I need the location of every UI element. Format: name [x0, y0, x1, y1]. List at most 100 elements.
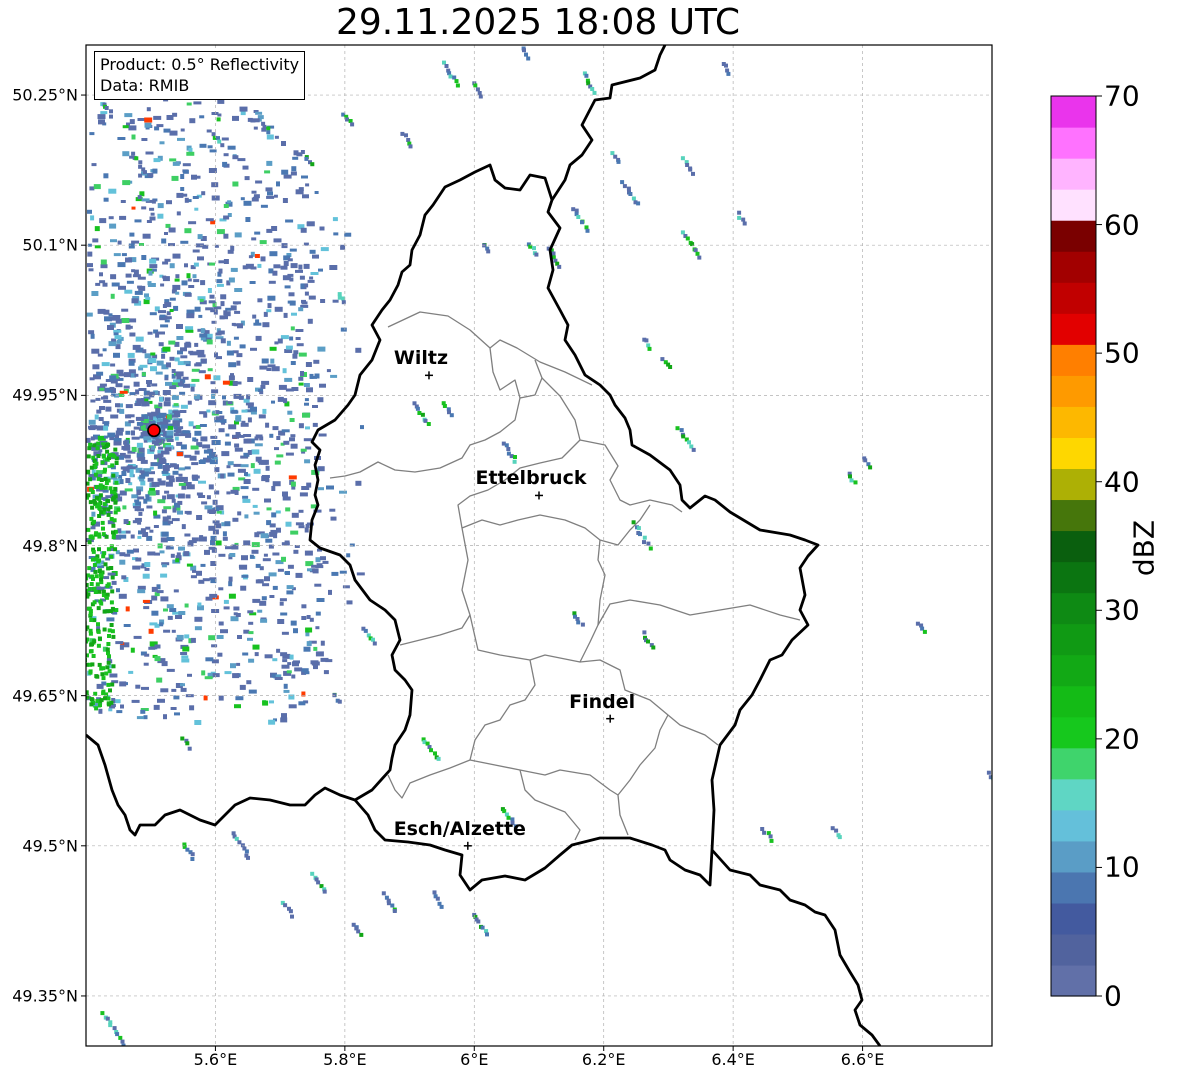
echo-cell: [311, 661, 320, 666]
echo-cell: [610, 151, 615, 156]
echo-cell: [363, 628, 368, 633]
echo-cell: [255, 335, 262, 341]
echo-cell: [110, 317, 117, 321]
echo-cell: [218, 428, 225, 433]
colorbar-segment: [1051, 406, 1096, 438]
echo-cell: [293, 150, 299, 156]
echo-cell: [263, 311, 268, 317]
echo-cell: [95, 397, 101, 401]
echo-cell: [92, 519, 96, 524]
echo-cell: [124, 488, 133, 492]
echo-cell: [111, 530, 115, 535]
echo-cell: [161, 509, 167, 514]
echo-cell: [174, 436, 179, 441]
echo-cell: [176, 211, 181, 216]
echo-cell: [162, 346, 171, 352]
echo-cell: [208, 525, 216, 531]
echo-cell: [138, 160, 143, 165]
echo-cell: [136, 452, 145, 458]
echo-cell: [275, 510, 281, 514]
echo-cell: [123, 385, 130, 389]
echo-cell: [119, 534, 127, 539]
echo-cell: [853, 480, 858, 485]
echo-cell: [298, 352, 307, 357]
echo-cell: [88, 487, 93, 492]
echo-cell: [305, 183, 310, 187]
echo-cell: [95, 282, 101, 286]
echo-cell: [90, 215, 95, 221]
echo-cell: [152, 168, 158, 174]
echo-cell: [178, 482, 186, 486]
echo-cell: [163, 629, 171, 633]
echo-cell: [92, 563, 97, 567]
echo-cell: [86, 592, 91, 597]
echo-cell: [173, 589, 179, 593]
echo-cell: [305, 362, 312, 367]
echo-cell: [109, 223, 117, 229]
echo-cell: [105, 647, 110, 652]
echo-cell: [168, 227, 176, 233]
echo-cell: [317, 466, 325, 472]
echo-cell: [435, 896, 440, 901]
echo-cell: [226, 340, 231, 346]
echo-cell: [264, 654, 273, 659]
echo-cell: [211, 132, 216, 137]
echo-cell: [161, 470, 169, 474]
echo-cell: [345, 117, 349, 122]
echo-cell: [106, 642, 111, 646]
echo-cell: [184, 466, 191, 470]
echo-cell: [91, 577, 95, 581]
colorbar-segment: [1051, 127, 1096, 159]
echo-cell: [146, 505, 153, 509]
echo-cell: [631, 196, 636, 201]
echo-cell: [166, 362, 171, 368]
echo-cell: [214, 490, 220, 495]
echo-cell: [107, 634, 111, 638]
echo-cell: [323, 670, 329, 675]
echo-cell: [356, 572, 365, 576]
echo-cell: [631, 520, 636, 525]
echo-cell: [176, 634, 184, 640]
echo-cell: [255, 563, 261, 568]
echo-cell: [298, 187, 304, 192]
echo-cell: [142, 573, 150, 579]
echo-cell: [174, 464, 179, 470]
echo-cell: [199, 115, 205, 119]
echo-cell: [138, 388, 147, 391]
echo-cell: [287, 564, 294, 569]
echo-cell: [116, 710, 123, 714]
echo-cell: [485, 932, 489, 937]
echo-cell: [176, 452, 183, 457]
echo-cell: [198, 314, 203, 318]
echo-cell: [281, 169, 289, 175]
echo-cell: [266, 160, 273, 166]
echo-cell: [180, 193, 188, 197]
echo-cell: [585, 228, 590, 233]
echo-cell: [261, 380, 270, 385]
echo-cell: [218, 268, 223, 274]
echo-cell: [768, 834, 773, 839]
echo-cell: [264, 576, 270, 582]
echo-cell: [102, 507, 107, 512]
echo-cell: [149, 392, 155, 398]
echo-cell: [88, 268, 94, 272]
echo-cell: [169, 608, 177, 612]
echo-cell: [182, 646, 190, 652]
echo-cell: [248, 631, 254, 635]
echo-cell: [122, 505, 127, 510]
echo-cell: [265, 465, 270, 471]
echo-cell: [262, 408, 267, 414]
echo-cell: [126, 549, 134, 554]
echo-cell: [449, 413, 454, 418]
echo-cell: [110, 682, 115, 687]
echo-cell: [333, 232, 339, 236]
echo-cell: [240, 486, 249, 490]
echo-cell: [87, 540, 92, 545]
echo-cell: [232, 434, 239, 439]
echo-cell: [115, 641, 124, 645]
echo-cell: [159, 314, 166, 318]
echo-cell: [102, 627, 107, 632]
echo-cell: [159, 396, 164, 402]
echo-cell: [289, 300, 296, 306]
echo-cell: [153, 158, 161, 163]
